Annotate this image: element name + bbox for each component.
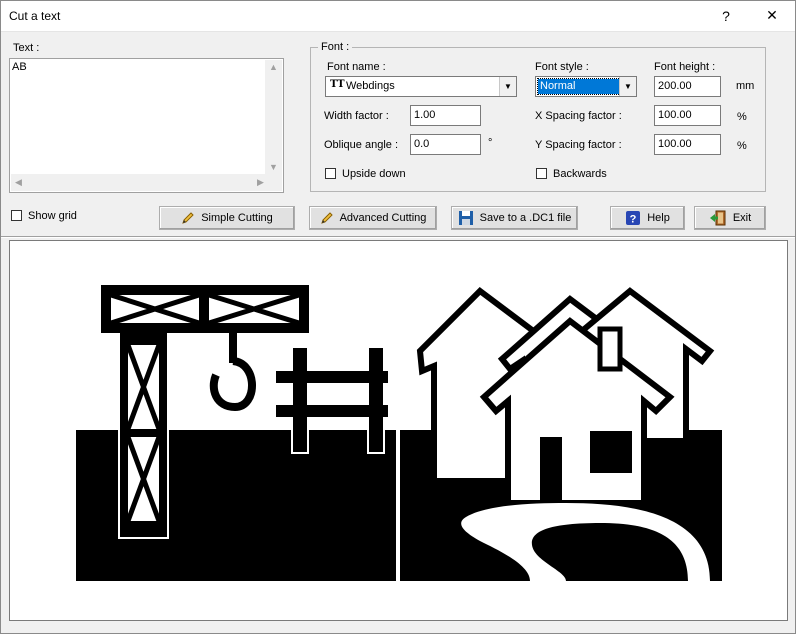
backwards-label: Backwards xyxy=(553,168,607,180)
pen-icon xyxy=(320,212,333,224)
font-name-value: Webdings xyxy=(346,80,395,92)
font-group-label: Font : xyxy=(318,41,353,53)
y-spacing-label: Y Spacing factor : xyxy=(535,139,622,151)
upside-down-label: Upside down xyxy=(342,168,406,180)
close-icon: ✕ xyxy=(766,7,778,23)
help-label: Help xyxy=(647,212,670,224)
text-label: Text : xyxy=(13,42,40,54)
backwards-checkbox[interactable] xyxy=(536,168,547,179)
scroll-right-icon[interactable]: ▶ xyxy=(257,177,264,188)
svg-text:?: ? xyxy=(630,214,637,226)
construction-glyph xyxy=(76,285,396,581)
show-grid-label: Show grid xyxy=(28,210,77,222)
font-name-select[interactable]: TT Webdings ▼ xyxy=(325,76,517,97)
simple-cutting-button[interactable]: Simple Cutting xyxy=(159,206,295,230)
question-icon: ? xyxy=(722,7,730,24)
pen-icon xyxy=(182,212,194,224)
truetype-icon: TT xyxy=(330,79,345,90)
houses-glyph xyxy=(400,287,722,581)
width-factor-input[interactable]: 1.00 xyxy=(410,105,481,126)
width-factor-label: Width factor : xyxy=(324,110,389,122)
scroll-up-icon[interactable]: ▲ xyxy=(269,62,278,72)
chevron-down-icon[interactable]: ▼ xyxy=(499,77,516,96)
font-name-label: Font name : xyxy=(327,61,386,73)
oblique-angle-input[interactable]: 0.0 xyxy=(410,134,481,155)
floppy-disk-icon xyxy=(458,211,473,225)
y-spacing-unit: % xyxy=(737,140,747,152)
horizontal-scrollbar[interactable]: ◀ ▶ xyxy=(11,174,282,191)
y-spacing-input[interactable]: 100.00 xyxy=(654,134,721,155)
vertical-scrollbar[interactable]: ▲ ▼ xyxy=(265,60,282,174)
scroll-down-icon[interactable]: ▼ xyxy=(269,162,278,172)
simple-cutting-label: Simple Cutting xyxy=(201,212,273,224)
advanced-cutting-button[interactable]: Advanced Cutting xyxy=(309,206,437,230)
close-button[interactable]: ✕ xyxy=(752,0,792,31)
exit-door-icon xyxy=(709,210,726,226)
x-spacing-label: X Spacing factor : xyxy=(535,110,622,122)
glyph-preview xyxy=(76,285,722,581)
text-input-value: AB xyxy=(12,61,27,73)
help-button[interactable]: ? Help xyxy=(610,206,685,230)
font-height-label: Font height : xyxy=(654,61,716,73)
oblique-angle-label: Oblique angle : xyxy=(324,139,398,151)
window-title: Cut a text xyxy=(9,9,61,23)
advanced-cutting-label: Advanced Cutting xyxy=(339,212,427,224)
oblique-angle-unit: ° xyxy=(488,137,493,149)
show-grid-checkbox[interactable] xyxy=(11,210,22,221)
title-bar xyxy=(0,0,796,32)
font-height-input[interactable]: 200.00 xyxy=(654,76,721,97)
x-spacing-input[interactable]: 100.00 xyxy=(654,105,721,126)
font-style-label: Font style : xyxy=(535,61,589,73)
scroll-left-icon[interactable]: ◀ xyxy=(15,177,22,188)
text-input[interactable]: AB xyxy=(9,58,284,193)
x-spacing-unit: % xyxy=(737,111,747,123)
chevron-down-icon[interactable]: ▼ xyxy=(619,77,636,96)
help-icon: ? xyxy=(626,211,641,226)
save-dc1-button[interactable]: Save to a .DC1 file xyxy=(451,206,578,230)
divider xyxy=(0,237,796,238)
font-height-unit: mm xyxy=(736,80,755,92)
font-style-value: Normal xyxy=(537,78,621,95)
upside-down-checkbox[interactable] xyxy=(325,168,336,179)
preview-canvas[interactable] xyxy=(9,240,788,621)
exit-button[interactable]: Exit xyxy=(694,206,766,230)
save-label: Save to a .DC1 file xyxy=(479,212,572,224)
help-title-button[interactable]: ? xyxy=(706,0,746,31)
font-style-select[interactable]: Normal ▼ xyxy=(535,76,637,97)
exit-label: Exit xyxy=(732,212,752,224)
